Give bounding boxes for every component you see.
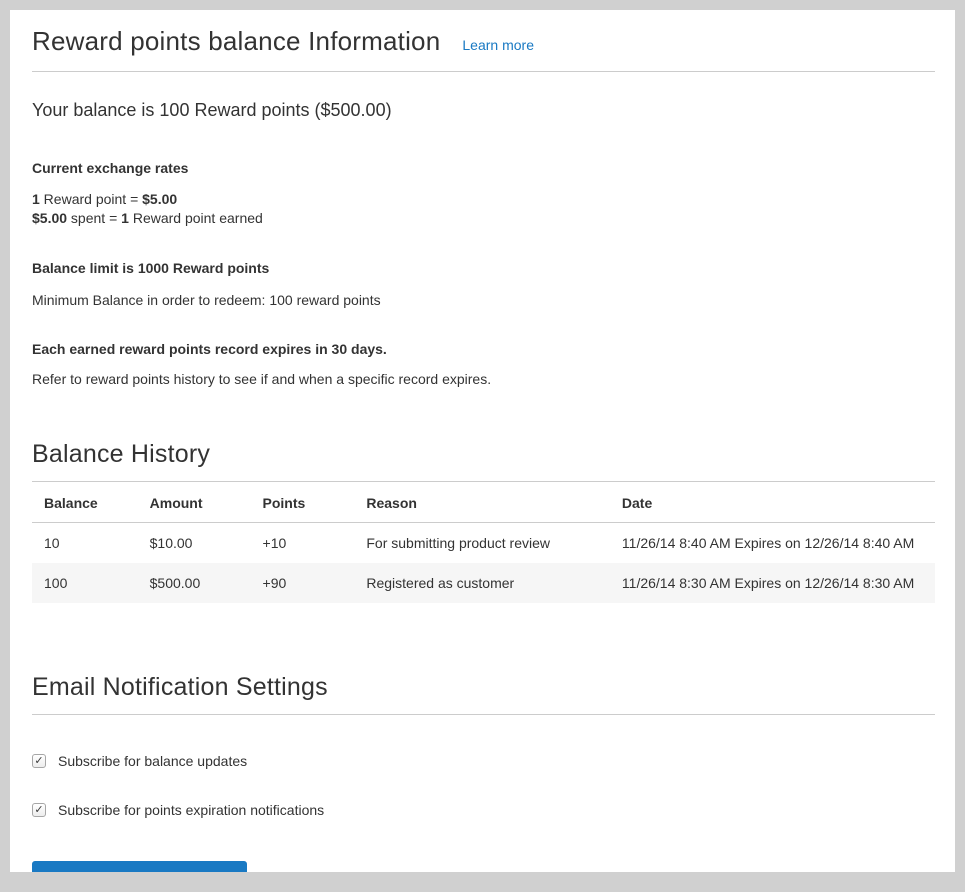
points-expiration-checkbox[interactable]: ✓ <box>32 803 46 817</box>
save-subscription-settings-button[interactable]: Save Subscription Settings <box>32 861 247 872</box>
rate-value: 1 <box>32 191 40 207</box>
min-balance-text: Minimum Balance in order to redeem: 100 … <box>32 292 935 308</box>
balance-limit-text: Balance limit is 1000 Reward points <box>32 260 935 276</box>
column-header-amount: Amount <box>138 482 251 523</box>
page-title-row: Reward points balance Information Learn … <box>32 26 935 72</box>
balance-history-table: Balance Amount Points Reason Date 10 $10… <box>32 482 935 603</box>
points-expiration-label: Subscribe for points expiration notifica… <box>58 802 324 818</box>
cell-points: +10 <box>251 523 355 564</box>
email-settings-heading: Email Notification Settings <box>32 673 935 715</box>
cell-date: 11/26/14 8:40 AM Expires on 12/26/14 8:4… <box>610 523 935 564</box>
column-header-points: Points <box>251 482 355 523</box>
balance-history-heading: Balance History <box>32 440 935 482</box>
rate-value: 1 <box>121 210 129 226</box>
cell-points: +90 <box>251 563 355 603</box>
reward-points-panel: Reward points balance Information Learn … <box>10 10 955 872</box>
cell-amount: $10.00 <box>138 523 251 564</box>
email-settings-section: Email Notification Settings <box>32 673 935 715</box>
rate-text: Reward point = <box>40 191 142 207</box>
cell-date: 11/26/14 8:30 AM Expires on 12/26/14 8:3… <box>610 563 935 603</box>
cell-reason: Registered as customer <box>354 563 610 603</box>
rate-value: $5.00 <box>32 210 67 226</box>
column-header-balance: Balance <box>32 482 138 523</box>
checkmark-icon: ✓ <box>34 805 43 816</box>
table-row: 100 $500.00 +90 Registered as customer 1… <box>32 563 935 603</box>
expiry-note-text: Refer to reward points history to see if… <box>32 371 935 387</box>
column-header-reason: Reason <box>354 482 610 523</box>
points-expiration-option: ✓ Subscribe for points expiration notifi… <box>32 802 935 818</box>
balance-message: Your balance is 100 Reward points ($500.… <box>32 100 935 121</box>
column-header-date: Date <box>610 482 935 523</box>
exchange-rates-lines: 1 Reward point = $5.00 $5.00 spent = 1 R… <box>32 190 935 228</box>
rate-text: Reward point earned <box>129 210 263 226</box>
balance-history-section: Balance History <box>32 440 935 482</box>
rate-value: $5.00 <box>142 191 177 207</box>
balance-updates-checkbox[interactable]: ✓ <box>32 754 46 768</box>
exchange-rates-heading: Current exchange rates <box>32 160 935 176</box>
page-title: Reward points balance Information <box>32 26 440 57</box>
balance-updates-option: ✓ Subscribe for balance updates <box>32 753 935 769</box>
exchange-rate-earn-line: 1 Reward point = $5.00 <box>32 190 935 209</box>
table-row: 10 $10.00 +10 For submitting product rev… <box>32 523 935 564</box>
expiry-rule-text: Each earned reward points record expires… <box>32 341 935 357</box>
checkmark-icon: ✓ <box>34 756 43 767</box>
exchange-rate-spend-line: $5.00 spent = 1 Reward point earned <box>32 209 935 228</box>
cell-balance: 100 <box>32 563 138 603</box>
balance-updates-label: Subscribe for balance updates <box>58 753 247 769</box>
learn-more-link[interactable]: Learn more <box>462 37 534 53</box>
table-header-row: Balance Amount Points Reason Date <box>32 482 935 523</box>
cell-amount: $500.00 <box>138 563 251 603</box>
cell-balance: 10 <box>32 523 138 564</box>
rate-text: spent = <box>67 210 121 226</box>
cell-reason: For submitting product review <box>354 523 610 564</box>
